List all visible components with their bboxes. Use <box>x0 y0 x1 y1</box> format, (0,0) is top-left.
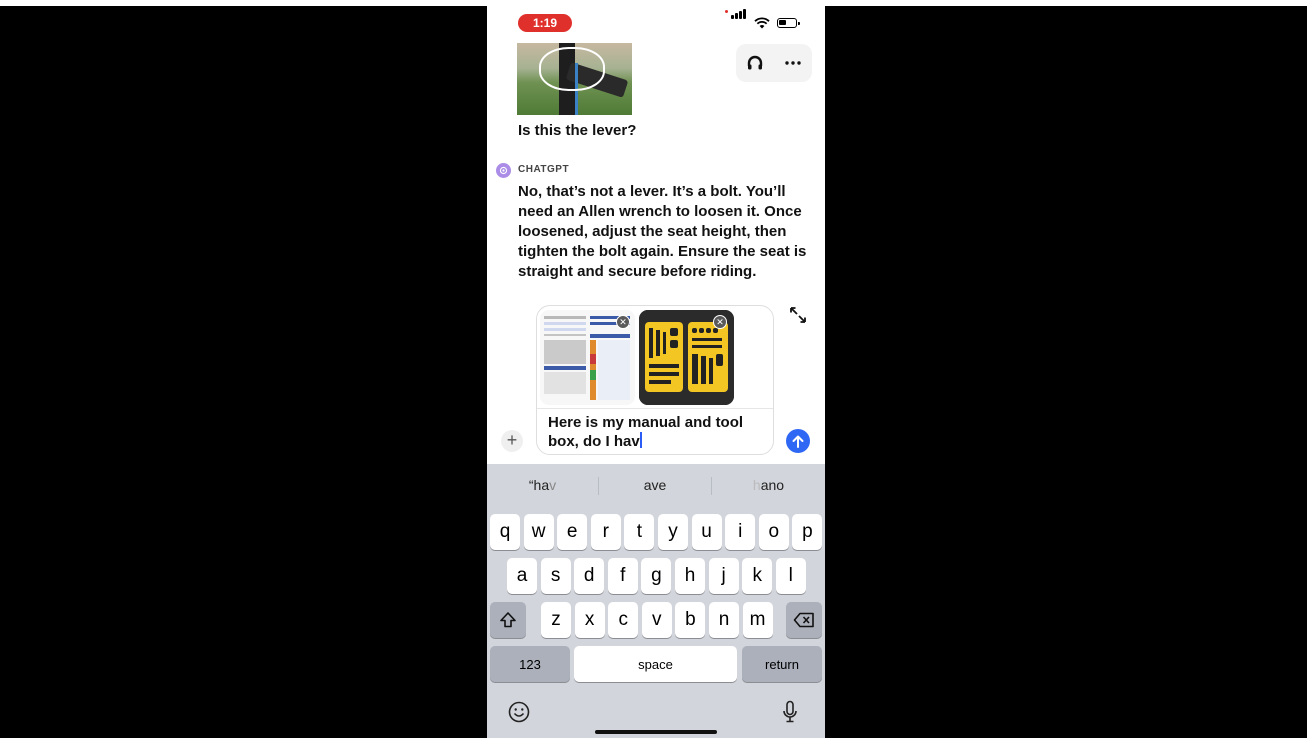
battery-icon <box>777 18 800 28</box>
key-m[interactable]: m <box>742 602 773 638</box>
chatgpt-logo-icon <box>496 163 511 178</box>
assistant-name: CHATGPT <box>518 164 570 175</box>
home-indicator <box>595 730 717 734</box>
emoji-icon[interactable] <box>508 701 530 723</box>
arrow-up-icon <box>792 435 804 448</box>
key-g[interactable]: g <box>641 558 672 594</box>
key-t[interactable]: t <box>624 514 655 550</box>
wifi-icon <box>754 17 770 29</box>
backspace-key[interactable] <box>786 602 822 638</box>
key-z[interactable]: z <box>541 602 571 638</box>
key-c[interactable]: c <box>608 602 639 638</box>
key-v[interactable]: v <box>641 602 672 638</box>
phone-screen: 1:19 Is this the lever? CHATGPT No, that… <box>487 6 825 738</box>
send-button[interactable] <box>786 429 810 453</box>
message-input[interactable]: Here is my manual and tool box, do I hav <box>548 413 763 451</box>
key-b[interactable]: b <box>675 602 706 638</box>
key-d[interactable]: d <box>574 558 605 594</box>
key-k[interactable]: k <box>742 558 773 594</box>
add-attachment-button[interactable]: + <box>501 430 523 452</box>
more-button[interactable] <box>774 44 812 82</box>
backspace-icon <box>793 612 814 628</box>
key-j[interactable]: j <box>708 558 739 594</box>
plus-icon: + <box>506 430 518 450</box>
assistant-message: No, that’s not a lever. It’s a bolt. You… <box>518 183 807 280</box>
key-u[interactable]: u <box>691 514 722 550</box>
expand-icon[interactable] <box>789 306 807 324</box>
bike-seat-photo[interactable] <box>517 43 632 115</box>
return-key[interactable]: return <box>742 646 822 682</box>
key-l[interactable]: l <box>775 558 806 594</box>
key-w[interactable]: w <box>523 514 554 550</box>
text-caret <box>639 432 642 448</box>
user-message: Is this the lever? <box>518 122 637 139</box>
attachment-toolbox-thumbnail[interactable]: ✕ <box>639 310 734 405</box>
key-y[interactable]: y <box>658 514 688 550</box>
key-p[interactable]: p <box>792 514 823 550</box>
key-a[interactable]: a <box>507 558 537 594</box>
keyboard: “ha v ave h ano qwertyuiop asdfghjkl zxcvb… <box>487 464 825 738</box>
remove-attachment-close-icon[interactable]: ✕ <box>713 315 727 329</box>
key-e[interactable]: e <box>557 514 588 550</box>
status-time[interactable]: 1:19 <box>518 14 572 32</box>
key-q[interactable]: q <box>490 514 520 550</box>
key-f[interactable]: f <box>607 558 638 594</box>
key-s[interactable]: s <box>540 558 571 594</box>
space-key[interactable]: space <box>574 646 737 682</box>
recording-indicator <box>725 10 728 13</box>
remove-attachment-close-icon[interactable]: ✕ <box>616 315 630 329</box>
key-i[interactable]: i <box>725 514 756 550</box>
key-o[interactable]: o <box>758 514 789 550</box>
header-actions <box>736 44 812 82</box>
microphone-icon[interactable] <box>782 700 798 724</box>
headphones-icon <box>747 55 763 70</box>
key-h[interactable]: h <box>675 558 705 594</box>
key-r[interactable]: r <box>590 514 621 550</box>
voice-button[interactable] <box>736 44 774 82</box>
suggestion-2[interactable]: ave <box>599 470 711 500</box>
attachment-manual-thumbnail[interactable]: ✕ <box>540 310 635 405</box>
key-n[interactable]: n <box>709 602 739 638</box>
message-composer[interactable]: ✕ ✕ Here is my manual and tool box, do I… <box>536 305 774 455</box>
shift-icon <box>500 612 516 628</box>
status-bar: 1:19 <box>487 6 825 42</box>
shift-key[interactable] <box>490 602 526 638</box>
more-icon <box>785 61 801 65</box>
suggestion-1[interactable]: “ha v <box>487 470 598 500</box>
suggestion-3[interactable]: h ano <box>712 470 825 500</box>
numbers-key[interactable]: 123 <box>490 646 570 682</box>
key-x[interactable]: x <box>574 602 605 638</box>
